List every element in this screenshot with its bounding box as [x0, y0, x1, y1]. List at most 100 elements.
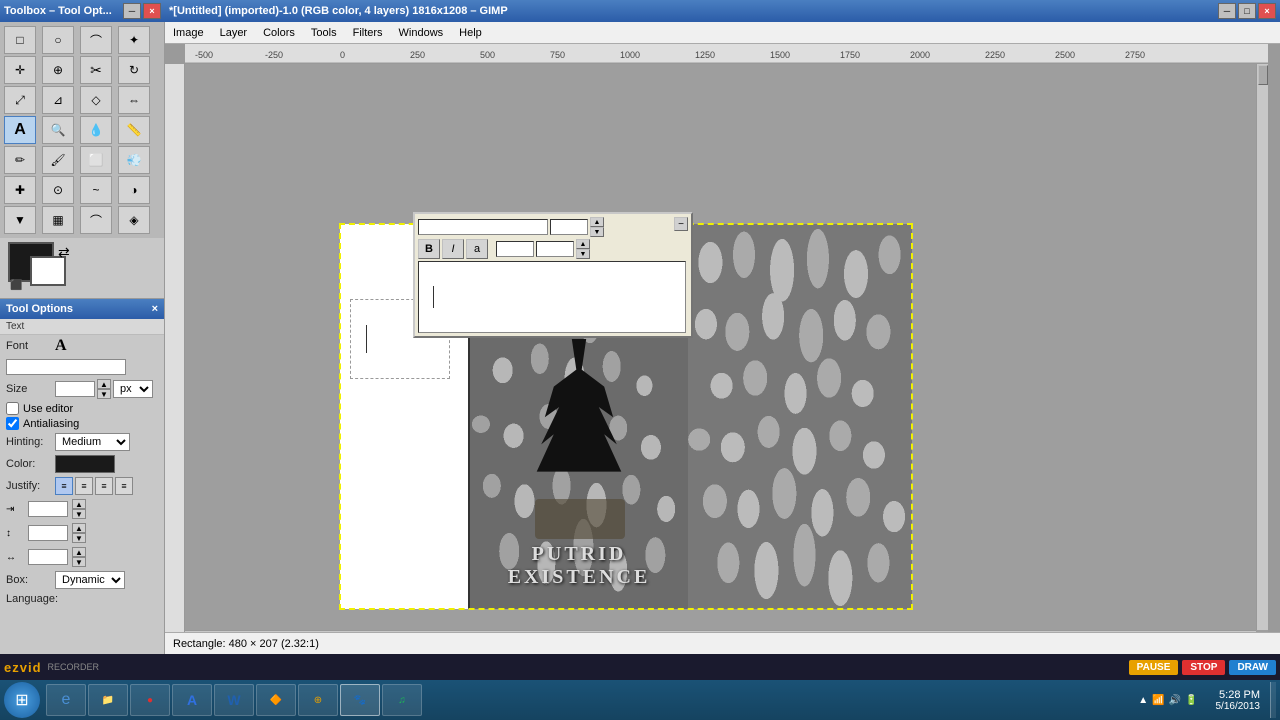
dodge-burn-tool[interactable]: ◑	[118, 176, 150, 204]
dialog-collapse-btn[interactable]: −	[674, 217, 688, 231]
letter-spacing-up-btn[interactable]: ▲	[72, 547, 86, 557]
taskbar-ie-btn[interactable]: e	[46, 684, 86, 716]
scrollbar-right[interactable]	[1256, 64, 1268, 630]
shear-tool[interactable]: ⊿	[42, 86, 74, 114]
start-orb[interactable]: ⊞	[4, 682, 40, 718]
line-spacing-input[interactable]: 0.0	[28, 525, 68, 541]
color-balance-tool[interactable]: ◈	[118, 206, 150, 234]
heal-tool[interactable]: ✚	[4, 176, 36, 204]
measure-tool[interactable]: 📏	[118, 116, 150, 144]
free-select-tool[interactable]: ⌒	[80, 26, 112, 54]
magnify-tool[interactable]: 🔍	[42, 116, 74, 144]
size-input[interactable]: 18	[55, 381, 95, 397]
ezvid-pause-btn[interactable]: PAUSE	[1129, 660, 1179, 675]
dialog-offset-x-input[interactable]: 0.0	[496, 241, 534, 257]
show-desktop-btn[interactable]	[1270, 682, 1276, 718]
dialog-text-area[interactable]	[418, 261, 686, 333]
dialog-offset-y-input[interactable]: 0.0	[536, 241, 574, 257]
taskbar-clock[interactable]: 5:28 PM 5/16/2013	[1208, 689, 1269, 712]
dialog-offset-up-btn[interactable]: ▲	[576, 239, 590, 249]
tool-options-close-btn[interactable]: ×	[152, 303, 158, 315]
line-spacing-up-btn[interactable]: ▲	[72, 523, 86, 533]
airbrush-tool[interactable]: 💨	[118, 146, 150, 174]
bucket-fill-tool[interactable]: ▼	[4, 206, 36, 234]
indent-up-btn[interactable]: ▲	[72, 499, 86, 509]
indent-down-btn[interactable]: ▼	[72, 509, 86, 519]
size-unit-select[interactable]: px pt	[113, 380, 153, 398]
antialiasing-checkbox[interactable]	[6, 417, 19, 430]
pencil-tool[interactable]: ✏	[4, 146, 36, 174]
scrollbar-right-thumb[interactable]	[1258, 65, 1268, 85]
menu-help[interactable]: Help	[451, 25, 490, 41]
toolbox-close-btn[interactable]: ×	[143, 3, 161, 19]
color-option-row: Color:	[0, 453, 164, 475]
dialog-size-up-btn[interactable]: ▲	[590, 217, 604, 227]
letter-spacing-down-btn[interactable]: ▼	[72, 557, 86, 567]
main-min-btn[interactable]: ─	[1218, 3, 1236, 19]
flip-tool[interactable]: ⇔	[118, 86, 150, 114]
ellipse-select-tool[interactable]: ○	[42, 26, 74, 54]
size-down-btn[interactable]: ▼	[97, 389, 111, 399]
color-picker-tool[interactable]: 💧	[80, 116, 112, 144]
font-italic-btn[interactable]: I	[442, 239, 464, 259]
dialog-offset-down-btn[interactable]: ▼	[576, 249, 590, 259]
text-tool[interactable]: A	[4, 116, 36, 144]
use-editor-checkbox[interactable]	[6, 402, 19, 415]
menu-image[interactable]: Image	[165, 25, 212, 41]
reset-colors-btn[interactable]: ⬛	[10, 280, 22, 291]
taskbar-explorer-btn[interactable]: 📁	[88, 684, 128, 716]
menu-windows[interactable]: Windows	[391, 25, 452, 41]
menu-layer[interactable]: Layer	[212, 25, 256, 41]
ezvid-stop-btn[interactable]: STOP	[1182, 660, 1225, 675]
dialog-font-size-input[interactable]: 18	[550, 219, 588, 235]
spotify-icon: ♫	[398, 695, 406, 706]
menu-filters[interactable]: Filters	[345, 25, 391, 41]
rect-select-tool[interactable]: □	[4, 26, 36, 54]
justify-right-btn[interactable]: ≡	[95, 477, 113, 495]
clone-tool[interactable]: ⊙	[42, 176, 74, 204]
fuzzy-select-tool[interactable]: ✦	[118, 26, 150, 54]
taskbar-app6-btn[interactable]: 🔶	[256, 684, 296, 716]
font-clear-btn[interactable]: a	[466, 239, 488, 259]
crop-tool[interactable]: ✂	[80, 56, 112, 84]
font-bold-btn[interactable]: B	[418, 239, 440, 259]
canvas-viewport[interactable]: PUTRID EXISTENCE Heavy Heap 18	[185, 64, 1268, 642]
main-max-btn[interactable]: □	[1238, 3, 1256, 19]
taskbar-app3-btn[interactable]: ●	[130, 684, 170, 716]
taskbar-chrome-btn[interactable]: ⊕	[298, 684, 338, 716]
taskbar-app4-btn[interactable]: A	[172, 684, 212, 716]
toolbox-min-btn[interactable]: ─	[123, 3, 141, 19]
taskbar-gimp-btn[interactable]: 🐾	[340, 684, 380, 716]
blend-tool[interactable]: ▦	[42, 206, 74, 234]
rotate-tool[interactable]: ↻	[118, 56, 150, 84]
letter-spacing-input[interactable]: 0.0	[28, 549, 68, 565]
font-name-input[interactable]: Heavy Heap	[6, 359, 126, 375]
tray-up-arrow[interactable]: ▲	[1138, 695, 1148, 706]
menu-colors[interactable]: Colors	[255, 25, 303, 41]
hinting-select[interactable]: Medium None Slight Full	[55, 433, 130, 451]
size-up-btn[interactable]: ▲	[97, 379, 111, 389]
main-close-btn[interactable]: ×	[1258, 3, 1276, 19]
box-select[interactable]: Dynamic Fixed	[55, 571, 125, 589]
taskbar-app5-btn[interactable]: W	[214, 684, 254, 716]
path-tool[interactable]: ⌒	[80, 206, 112, 234]
dialog-size-down-btn[interactable]: ▼	[590, 227, 604, 237]
justify-center-btn[interactable]: ≡	[75, 477, 93, 495]
eraser-tool[interactable]: ⬜	[80, 146, 112, 174]
line-spacing-down-btn[interactable]: ▼	[72, 533, 86, 543]
indent-input[interactable]: 0.0	[28, 501, 68, 517]
swap-colors-btn[interactable]: ⇄	[58, 244, 70, 261]
ezvid-draw-btn[interactable]: DRAW	[1229, 660, 1276, 675]
perspective-tool[interactable]: ◇	[80, 86, 112, 114]
justify-full-btn[interactable]: ≡	[115, 477, 133, 495]
taskbar-spotify-btn[interactable]: ♫	[382, 684, 422, 716]
paintbrush-tool[interactable]: 🖌	[42, 146, 74, 174]
smudge-tool[interactable]: ~	[80, 176, 112, 204]
dialog-font-name-input[interactable]: Heavy Heap	[418, 219, 548, 235]
scale-tool[interactable]: ⤢	[4, 86, 36, 114]
menu-tools[interactable]: Tools	[303, 25, 345, 41]
text-color-preview[interactable]	[55, 455, 115, 473]
move-tool[interactable]: ✛	[4, 56, 36, 84]
align-tool[interactable]: ⊕	[42, 56, 74, 84]
justify-left-btn[interactable]: ≡	[55, 477, 73, 495]
